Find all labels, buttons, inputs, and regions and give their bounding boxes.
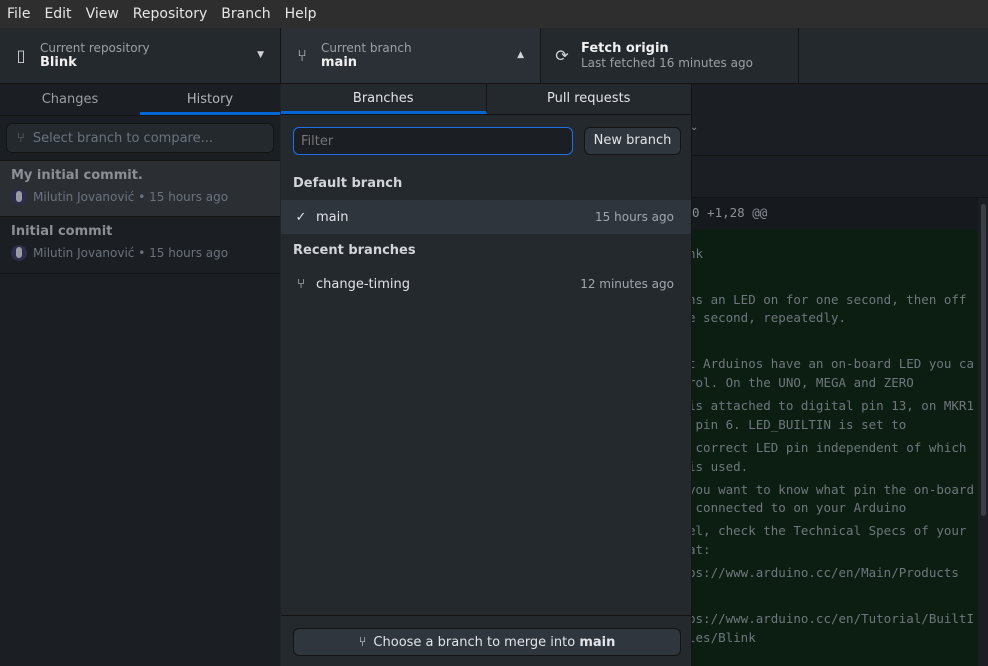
tab-branches[interactable]: Branches xyxy=(281,84,487,114)
git-merge-icon: ⑂ xyxy=(358,634,367,650)
git-branch-icon: ⑂ xyxy=(297,276,305,292)
diff-line: ps://www.arduino.cc/en/Main/Products xyxy=(688,565,959,580)
diff-line: t Arduinos have an on-board LED you ca xyxy=(688,356,974,371)
branch-label: Current branch xyxy=(321,41,412,55)
commit-title: Initial commit xyxy=(11,224,113,239)
diff-line: e second, repeatedly. xyxy=(688,310,847,325)
recent-branches-heading: Recent branches xyxy=(293,243,416,258)
avatar xyxy=(11,189,27,205)
last-fetched: Last fetched 16 minutes ago xyxy=(581,56,753,70)
compare-branch-input[interactable]: ⑂ Select branch to compare... xyxy=(6,123,274,153)
branch-item-main[interactable]: ✓ main 15 hours ago xyxy=(281,200,691,234)
git-branch-icon: ⑂ xyxy=(297,46,307,65)
diff-line: is used. xyxy=(688,459,749,474)
merge-label: Choose a branch to merge into xyxy=(373,634,580,650)
menu-repository[interactable]: Repository xyxy=(133,6,207,22)
hunk-header: 0 +1,28 @@ xyxy=(692,198,978,230)
commit-author: Milutin Jovanović xyxy=(33,190,135,204)
diff-line: ps://www.arduino.cc/en/Tutorial/BuiltI xyxy=(688,611,974,626)
repo-name: Blink xyxy=(40,55,77,70)
menu-edit[interactable]: Edit xyxy=(44,6,71,22)
avatar xyxy=(11,245,27,261)
compare-placeholder: Select branch to compare... xyxy=(32,130,213,146)
current-repository-button[interactable]: ▯ Current repository Blink ▼ xyxy=(0,28,281,83)
menu-file[interactable]: File xyxy=(7,6,30,22)
commit-item[interactable]: Initial commit Milutin Jovanović • 15 ho… xyxy=(0,217,280,274)
menu-branch[interactable]: Branch xyxy=(221,6,270,22)
branch-time: 12 minutes ago xyxy=(580,277,674,291)
commit-item[interactable]: My initial commit. Milutin Jovanović • 1… xyxy=(0,160,280,217)
diff-line: rol. On the UNO, MEGA and ZERO xyxy=(688,375,914,390)
git-branch-icon: ⑂ xyxy=(17,130,25,146)
merge-branch-button[interactable]: ⑂ Choose a branch to merge into main xyxy=(293,628,681,656)
sync-icon: ⟳ xyxy=(555,46,569,65)
tab-pull-requests[interactable]: Pull requests xyxy=(487,84,692,114)
branch-name: main xyxy=(316,209,349,225)
commit-time: 15 hours ago xyxy=(149,246,229,260)
diff-line: correct LED pin independent of which xyxy=(688,440,967,455)
branch-name: main xyxy=(321,55,358,70)
commit-summary-area: ⌄ xyxy=(690,84,988,156)
diff-line: you want to know what pin the on-board xyxy=(688,482,974,497)
check-icon: ✓ xyxy=(295,209,307,225)
branch-item-change-timing[interactable]: ⑂ change-timing 12 minutes ago xyxy=(281,267,691,301)
new-branch-button[interactable]: New branch xyxy=(584,127,681,155)
tab-history[interactable]: History xyxy=(140,84,280,115)
repo-label: Current repository xyxy=(40,41,150,55)
branch-dropdown: Branches Pull requests New branch Defaul… xyxy=(281,84,692,666)
fetch-label: Fetch origin xyxy=(581,41,669,56)
commit-title: My initial commit. xyxy=(11,168,143,183)
diff-line: ns an LED on for one second, then off xyxy=(688,292,967,307)
caret-down-icon: ▼ xyxy=(257,50,264,60)
diff-view: 0 +1,28 @@ nk ns an LED on for one second… xyxy=(688,198,978,666)
toolbar: ▯ Current repository Blink ▼ ⑂ Current br… xyxy=(0,28,988,84)
default-branch-heading: Default branch xyxy=(293,176,403,191)
commit-time: 15 hours ago xyxy=(149,190,229,204)
scrollbar[interactable] xyxy=(981,204,986,516)
diff-line: les/Blink xyxy=(688,630,756,645)
menu-help[interactable]: Help xyxy=(285,6,317,22)
merge-target: main xyxy=(579,634,616,650)
sidebar: Changes History ⑂ Select branch to compa… xyxy=(0,84,280,666)
diff-line: connected to on your Arduino xyxy=(688,500,907,515)
diff-panel: ⌄ 0 +1,28 @@ nk ns an LED on for one seco… xyxy=(688,84,988,666)
diff-line: is attached to digital pin 13, on MKR1 xyxy=(688,398,974,413)
menu-bar: File Edit View Repository Branch Help xyxy=(0,0,988,28)
branch-name: change-timing xyxy=(316,276,411,292)
diff-line: pin 6. LED_BUILTIN is set to xyxy=(688,417,907,432)
file-header xyxy=(692,156,988,198)
branch-filter-input[interactable] xyxy=(293,127,573,155)
branch-time: 15 hours ago xyxy=(595,210,674,224)
repo-icon: ▯ xyxy=(16,46,26,65)
commit-author: Milutin Jovanović xyxy=(33,246,135,260)
fetch-origin-button[interactable]: ⟳ Fetch origin Last fetched 16 minutes ag… xyxy=(541,28,799,83)
caret-up-icon: ▲ xyxy=(517,50,524,60)
current-branch-button[interactable]: ⑂ Current branch main ▲ xyxy=(281,28,541,83)
tab-changes[interactable]: Changes xyxy=(0,84,140,115)
menu-view[interactable]: View xyxy=(86,6,119,22)
diff-line: el, check the Technical Specs of your xyxy=(688,523,967,538)
